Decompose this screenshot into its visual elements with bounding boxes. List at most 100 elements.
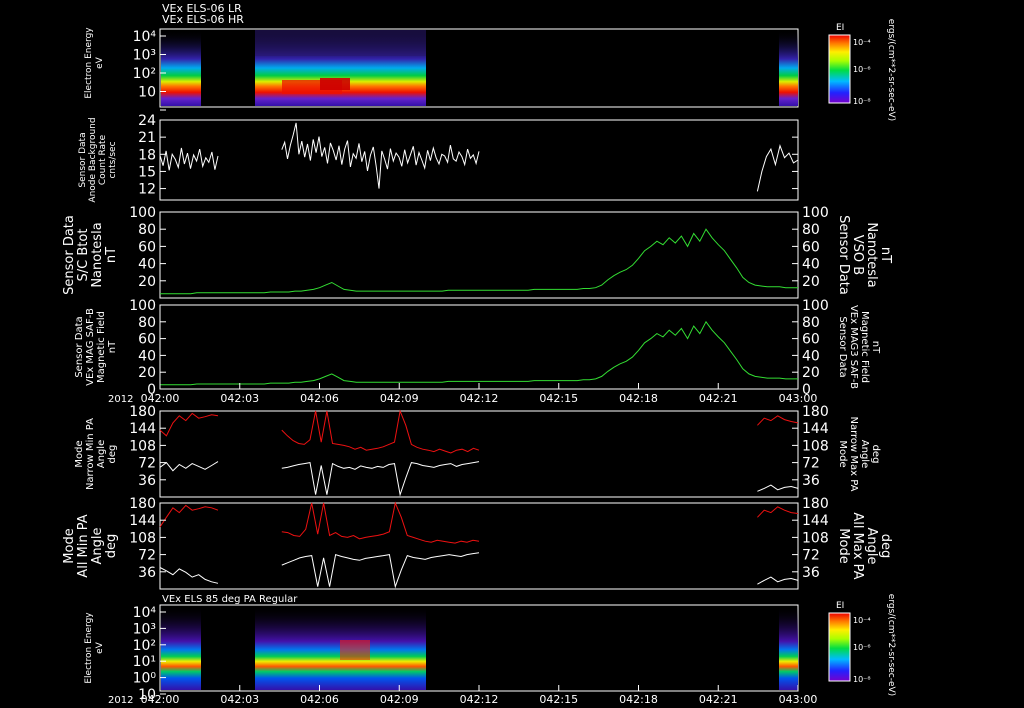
y-tick-label: 108 — [129, 530, 156, 546]
y-tick-label-right: 108 — [802, 530, 829, 546]
y-axis-label-line: Sensor Data — [62, 215, 77, 295]
panel-narrow-pa: 180 180144 144108 10872 7236 36 Mode Narrow Mi… — [74, 404, 881, 497]
x-tick-label: 042:09 — [380, 693, 419, 706]
panel-7-title: VEx ELS 85 deg PA Regular — [162, 594, 298, 605]
y-tick-label-right: 20 — [802, 365, 820, 381]
y-tick-label: 21 — [138, 130, 156, 146]
time-axis-middle: 2012 042:00 042:03 042:06 042:09 042:12 042:1… — [108, 383, 817, 405]
header-line-2: VEx ELS-06 HR — [162, 13, 244, 26]
panel-6-ylabels: Mode All Min PA Angle deg Mode All Max PA Angl… — [62, 512, 893, 579]
y-tick-label-right: 80 — [802, 315, 820, 331]
panel-5-ylabels: Mode Narrow Min PA Angle deg Mode Narrow Max … — [74, 417, 881, 492]
y-axis-label-line: Angle — [96, 440, 107, 468]
y-axis-label-line: VEx MAG SAF-B — [85, 308, 96, 386]
panel-all-pa: 180 180144 144108 10872 7236 36 Mode All Min P… — [62, 496, 893, 589]
y-tick-label: 180 — [129, 404, 156, 420]
panel-5-lines — [159, 409, 799, 497]
y-axis-label-line: Mode — [74, 440, 85, 467]
y-axis-label-right-line: Nanotesla — [864, 222, 879, 287]
y-tick-label-right: 20 — [802, 274, 820, 290]
y-axis-label-right-line: Mode — [836, 528, 851, 563]
x-tick-label: 042:21 — [699, 693, 738, 706]
panel-2-y-ticks: 24211815 12 — [138, 113, 798, 198]
x-tick-label: 042:00 — [141, 693, 180, 706]
y-axis-label-right-line: deg — [878, 534, 893, 559]
x-tick-label: 042:06 — [300, 392, 339, 405]
panel-sc-btot: 100 10080 8060 6040 4020 20 Sensor Data S/C Bt… — [62, 205, 893, 295]
spectrogram-noise — [255, 30, 426, 56]
y-tick-label-right: 180 — [802, 496, 829, 512]
y-axis-label-right-line: nT — [870, 341, 881, 354]
y-tick-label: 10⁰ — [133, 671, 157, 687]
x-tick-label: 042:03 — [220, 693, 259, 706]
panel-2-lines — [159, 122, 799, 192]
y-axis-label-line: nT — [107, 340, 118, 353]
y-tick-label: 80 — [138, 222, 156, 238]
series-0-segment-1 — [281, 122, 480, 189]
y-tick-label-right: 108 — [802, 438, 829, 454]
y-axis-label-right-line: Sensor Data — [837, 316, 848, 377]
y-tick-label: 24 — [138, 113, 156, 129]
colorbar-bottom-gradient — [828, 612, 851, 682]
panel-1-ylabel-1: Electron Energy — [84, 27, 94, 99]
y-tick-label-right: 60 — [802, 332, 820, 348]
y-axis-label-right-line: deg — [870, 445, 881, 464]
y-tick-label: 20 — [138, 365, 156, 381]
y-axis-label-line: Magnetic Field — [96, 311, 107, 383]
series-1-segment-0 — [159, 461, 219, 472]
y-tick-label-right: 40 — [802, 257, 820, 273]
x-tick-label: 042:06 — [300, 693, 339, 706]
time-axis-2-labels: 042:00 042:03 042:06 042:09 042:12 042:15 042:… — [141, 685, 818, 706]
y-axis-label-line: Mode — [62, 528, 77, 563]
panel-frame-6 — [159, 502, 799, 590]
y-axis-label-right-line: Mode — [837, 440, 848, 467]
y-axis-label-line: deg — [107, 445, 118, 464]
y-axis-label-right-line: All Max PA — [850, 512, 865, 579]
series-0-segment-0 — [160, 320, 798, 386]
y-tick-label-right: 100 — [802, 298, 829, 314]
y-tick-label: 100 — [129, 298, 156, 314]
colorbar-top-tick-2: 10⁻⁸ — [853, 97, 871, 106]
colorbar-bottom-tick-2: 10⁻⁸ — [853, 675, 871, 684]
y-tick-label: 36 — [138, 565, 156, 581]
y-axis-label-right-line: VEx MAG3 SAF-B — [848, 305, 859, 389]
panel-2-ylabels: Sensor Data Anode Background Count Rate cnt… — [78, 117, 118, 202]
y-tick-label: 108 — [129, 438, 156, 454]
spectrogram-block — [779, 30, 798, 106]
panel-electron-spectrogram-lr: Electron Energy eV 10⁴ 10³ 10² 10 — [84, 27, 798, 111]
series-1-segment-1 — [281, 461, 480, 497]
y-axis-label-line: Sensor Data — [78, 132, 88, 187]
x-tick-label: 042:03 — [220, 392, 259, 405]
y-tick-label: 10⁴ — [133, 29, 157, 45]
colorbar-bottom-tick-0: 10⁻⁴ — [853, 616, 871, 625]
y-tick-label-right: 36 — [802, 473, 820, 489]
panel-6-lines — [159, 501, 799, 589]
panel-4-lines — [160, 320, 798, 386]
panel-electron-spectrogram-85pa: VEx ELS 85 deg PA Regular Electron Energ… — [84, 594, 798, 703]
y-tick-label: 60 — [138, 239, 156, 255]
x-tick-label: 042:09 — [380, 392, 419, 405]
y-tick-label-right: 40 — [802, 348, 820, 364]
x-tick-label: 043:00 — [779, 693, 818, 706]
y-axis-label-right-line: VSO B — [850, 235, 865, 275]
series-0-segment-0 — [159, 504, 219, 528]
colorbar-bottom-label: EI — [836, 601, 844, 611]
panel-3-lines — [160, 228, 798, 295]
panel-frame-4 — [159, 304, 799, 390]
time-axis-1-labels: 042:00 042:03 042:06 042:09 042:12 042:15 042:… — [141, 383, 817, 405]
series-0-segment-1 — [281, 501, 480, 544]
colorbar-top-units: ergs/(cm**2-sr-sec-eV) — [886, 19, 896, 121]
colorbar-bottom: EI 10⁻⁴ 10⁻⁶ 10⁻⁸ ergs/(cm**2-sr-sec-eV) — [828, 594, 896, 696]
colorbar-bottom-units: ergs/(cm**2-sr-sec-eV) — [886, 594, 896, 696]
colorbar-top-label: EI — [836, 23, 844, 33]
x-tick-label: 042:21 — [699, 392, 738, 405]
panel-7-ylabel-2: eV — [95, 641, 105, 654]
y-tick-label-right: 72 — [802, 456, 820, 472]
panel-frames — [159, 28, 799, 692]
series-0-segment-0 — [160, 228, 798, 295]
y-tick-label: 36 — [138, 473, 156, 489]
spectrogram-block — [779, 606, 798, 690]
panel-1-ylabel-2: eV — [95, 56, 105, 69]
x-tick-label: 042:15 — [539, 392, 578, 405]
panel-3-ylabels: Sensor Data S/C Btot Nanotesla nT Sensor Dat… — [62, 215, 893, 295]
